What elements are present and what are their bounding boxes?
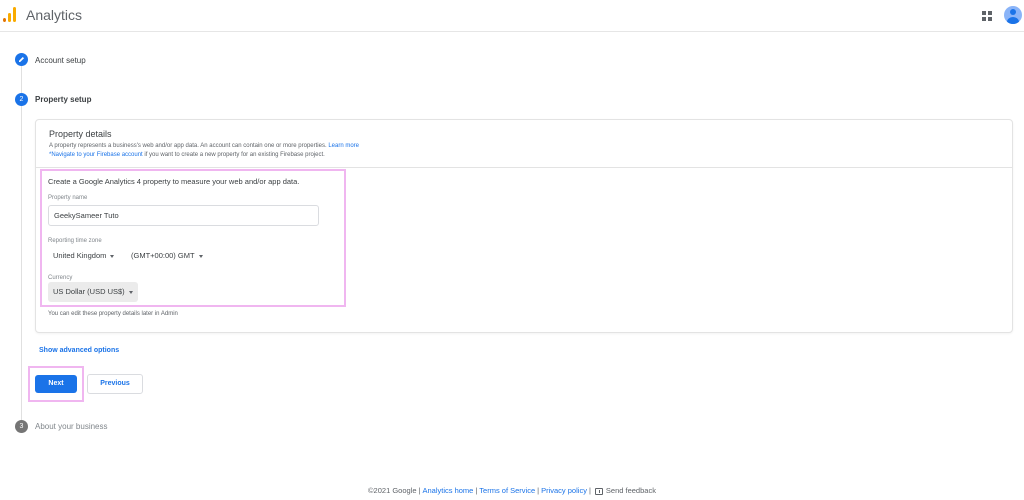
learn-more-link[interactable]: Learn more (328, 143, 359, 149)
timezone-dropdown[interactable]: (GMT+00:00) GMT (131, 251, 203, 260)
timezone-country-dropdown[interactable]: United Kingdom (53, 251, 115, 260)
chevron-down-icon (110, 254, 115, 258)
card-desc-text-2: if you want to create a new property for… (142, 151, 325, 158)
currency-label: Currency (48, 275, 73, 281)
app-title: Analytics (26, 7, 83, 23)
top-app-bar: Analytics (0, 0, 1024, 32)
step-number-2: 2 (15, 93, 28, 106)
property-details-card: Property details A property represents a… (35, 119, 1013, 333)
copyright: ©2021 Google (368, 486, 417, 495)
show-advanced-options-link[interactable]: Show advanced options (39, 347, 119, 354)
terms-of-service-link[interactable]: Terms of Service (479, 486, 535, 495)
property-name-input[interactable] (48, 205, 319, 226)
card-header: Property details A property represents a… (36, 120, 1012, 168)
edit-pencil-icon (15, 53, 28, 66)
card-title: Property details (49, 129, 112, 139)
analytics-logo-icon[interactable] (3, 7, 17, 22)
currency-value: US Dollar (USD US$) (53, 287, 125, 296)
card-desc-text: A property represents a business's web a… (49, 143, 327, 149)
step-property-setup: Property setup (35, 95, 92, 104)
step-about-your-business: About your business (35, 422, 108, 431)
stepper-line (21, 66, 22, 421)
timezone-country-value: United Kingdom (53, 251, 107, 260)
timezone-label: Reporting time zone (48, 238, 102, 244)
currency-dropdown[interactable]: US Dollar (USD US$) (48, 282, 138, 302)
edit-later-hint: You can edit these property details late… (48, 311, 178, 317)
feedback-icon (594, 487, 603, 495)
apps-grid-icon[interactable] (982, 11, 992, 21)
property-name-label: Property name (48, 195, 88, 201)
step-account-setup[interactable]: Account setup (35, 56, 86, 65)
send-feedback-link[interactable]: Send feedback (606, 486, 656, 495)
next-button[interactable]: Next (35, 375, 77, 393)
form-intro: Create a Google Analytics 4 property to … (48, 177, 300, 186)
chevron-down-icon (198, 254, 203, 258)
firebase-account-link[interactable]: *Navigate to your Firebase account (49, 152, 143, 158)
footer: ©2021 Google | Analytics home | Terms of Ser… (368, 486, 656, 495)
timezone-value: (GMT+00:00) GMT (131, 251, 195, 260)
privacy-policy-link[interactable]: Privacy policy (541, 486, 587, 495)
chevron-down-icon (128, 290, 133, 294)
step-number-3: 3 (15, 420, 28, 433)
account-avatar-icon[interactable] (1004, 6, 1022, 24)
previous-button[interactable]: Previous (87, 374, 143, 394)
card-description: A property represents a business's web a… (49, 142, 359, 159)
analytics-home-link[interactable]: Analytics home (422, 486, 473, 495)
